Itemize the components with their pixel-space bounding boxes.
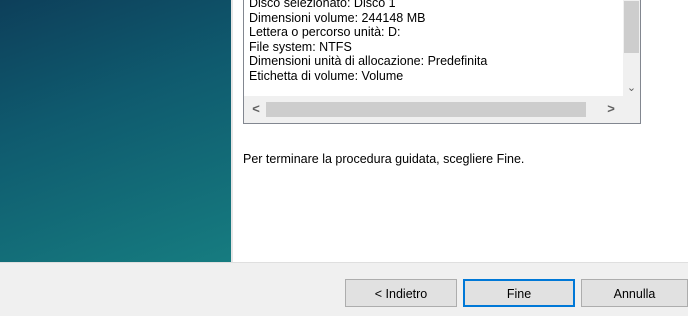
- scroll-left-arrow-icon[interactable]: <: [246, 101, 266, 117]
- horizontal-scrollbar[interactable]: < >: [244, 96, 623, 123]
- settings-summary-text: Disco selezionato: Disco 1 Dimensioni vo…: [249, 0, 619, 83]
- summary-line-size: Dimensioni volume: 244148 MB: [249, 10, 426, 25]
- scrollbar-corner: [623, 97, 640, 123]
- wizard-footer: < Indietro Fine Annulla: [0, 262, 688, 316]
- wizard-sidebar-banner: [0, 0, 233, 262]
- wizard-content: Disco selezionato: Disco 1 Dimensioni vo…: [233, 0, 688, 262]
- summary-line-label: Etichetta di volume: Volume: [249, 68, 404, 83]
- settings-summary-box[interactable]: Disco selezionato: Disco 1 Dimensioni vo…: [243, 0, 641, 124]
- summary-line-allocation: Dimensioni unità di allocazione: Predefi…: [249, 54, 488, 68]
- summary-line-drive-letter: Lettera o percorso unità: D:: [249, 25, 401, 39]
- back-button[interactable]: < Indietro: [345, 279, 457, 307]
- cancel-button[interactable]: Annulla: [581, 279, 688, 307]
- scroll-right-arrow-icon[interactable]: >: [601, 101, 621, 117]
- finish-button[interactable]: Fine: [463, 279, 575, 307]
- vertical-scrollbar[interactable]: ⌄: [623, 0, 640, 97]
- horizontal-scroll-thumb[interactable]: [266, 102, 586, 117]
- vertical-scroll-thumb[interactable]: [624, 1, 639, 53]
- scroll-down-arrow-icon[interactable]: ⌄: [623, 81, 640, 95]
- finish-instruction-text: Per terminare la procedura guidata, sceg…: [243, 152, 525, 166]
- summary-line-disk: Disco selezionato: Disco 1: [249, 0, 396, 10]
- summary-line-filesystem: File system: NTFS: [249, 39, 352, 54]
